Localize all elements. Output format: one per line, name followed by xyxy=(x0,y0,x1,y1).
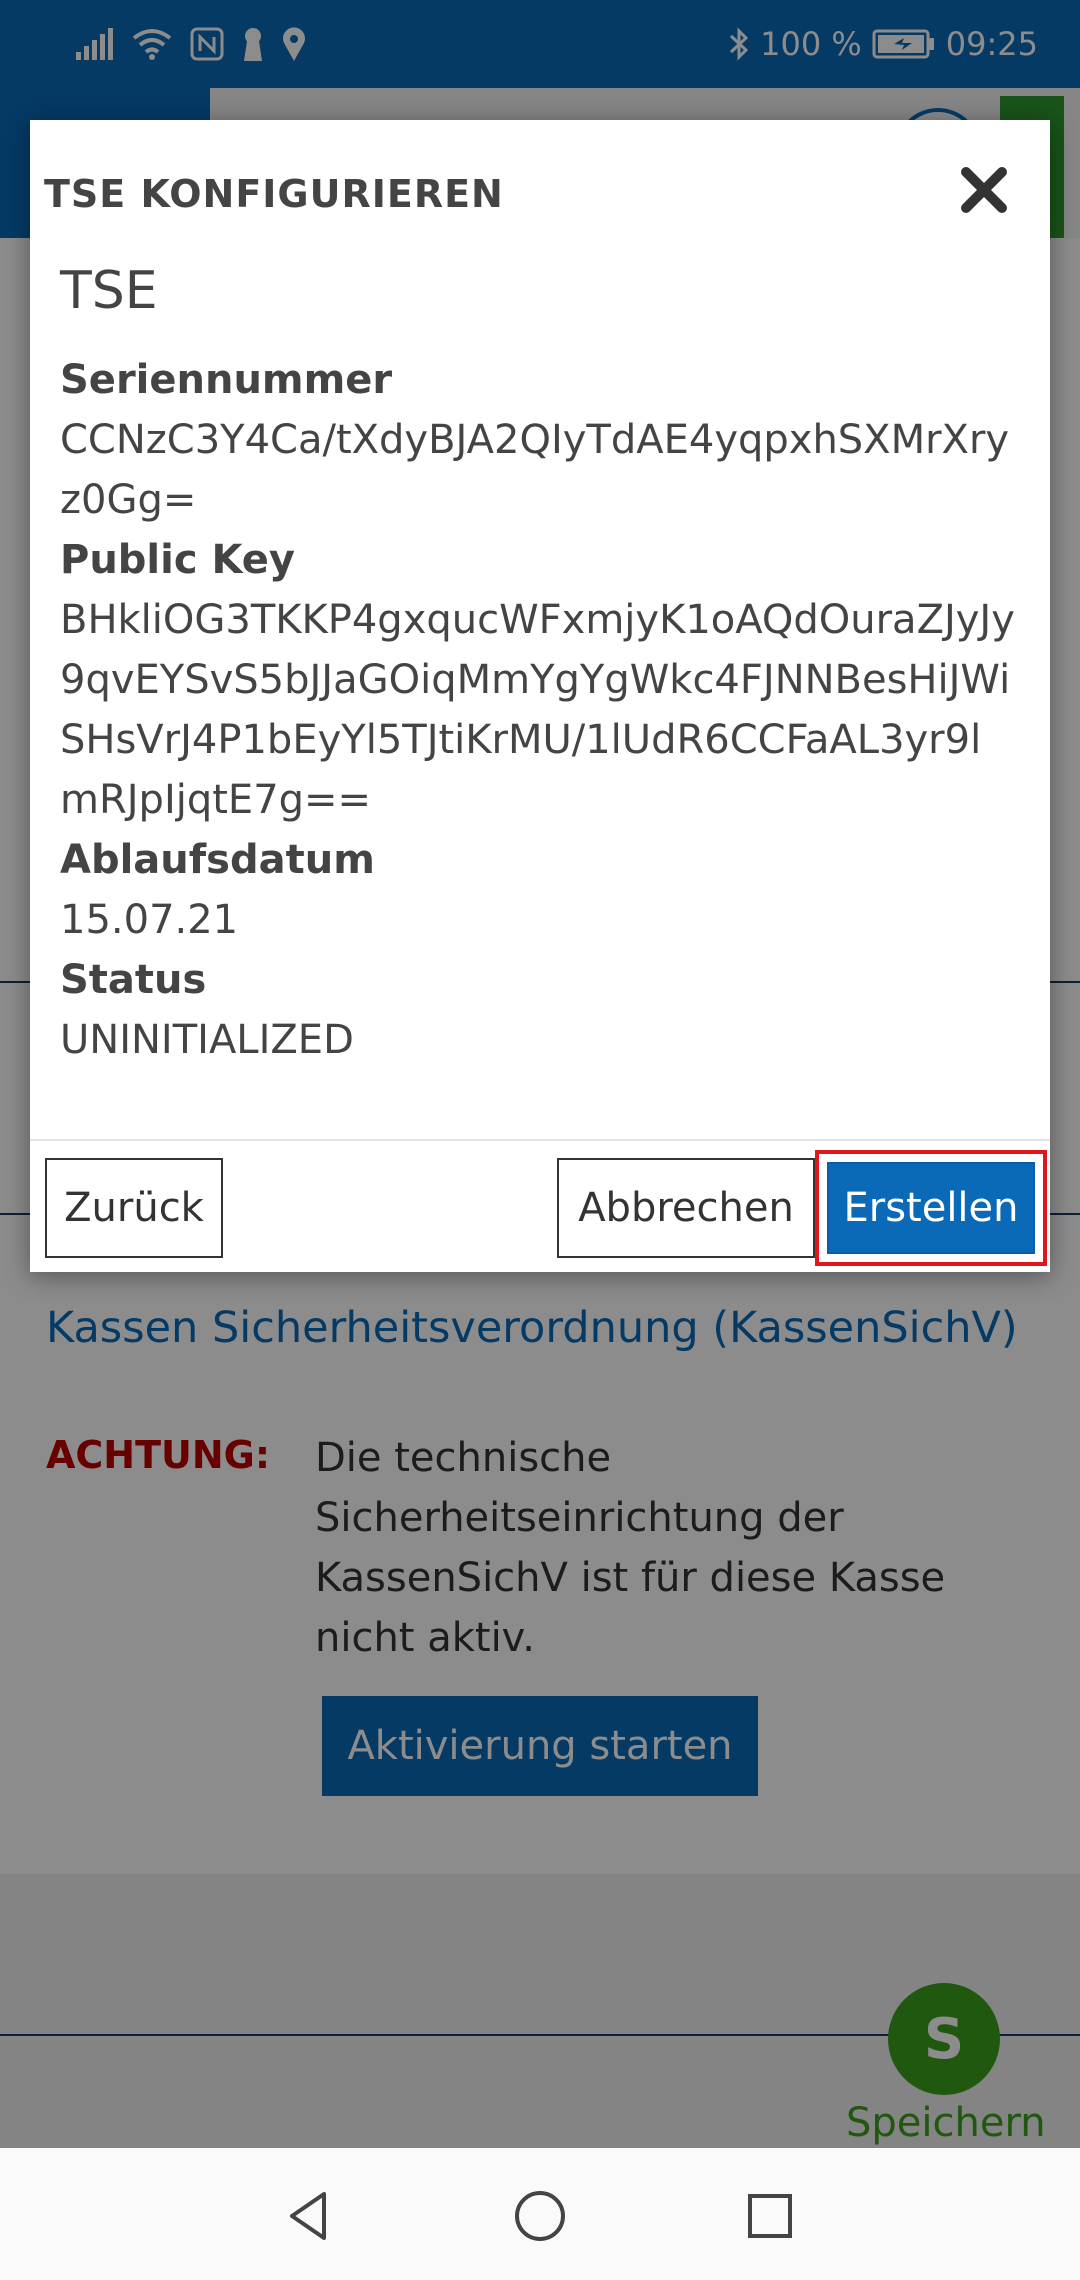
home-nav-icon[interactable] xyxy=(510,2186,570,2246)
back-nav-icon[interactable] xyxy=(280,2186,340,2246)
public-key-label: Public Key xyxy=(60,537,295,583)
dialog-body: TSE Seriennummer CCNzC3Y4Ca/tXdyBJA2QIyT… xyxy=(60,260,1020,1070)
expiry-value: 15.07.21 xyxy=(60,897,239,943)
expiry-label: Ablaufsdatum xyxy=(60,837,375,883)
public-key-value: BHkliOG3TKKP4gxqucWFxmjyK1oAQdOuraZJyJy9… xyxy=(60,597,1015,823)
navigation-bar xyxy=(0,2148,1080,2280)
dialog-title: TSE KONFIGURIEREN xyxy=(44,172,504,216)
status-label: Status xyxy=(60,957,207,1003)
status-value: UNINITIALIZED xyxy=(60,1017,354,1063)
serial-value: CCNzC3Y4Ca/tXdyBJA2QIyTdAE4yqpxhSXMrXryz… xyxy=(60,417,1010,523)
create-button[interactable]: Erstellen xyxy=(827,1162,1035,1254)
back-button[interactable]: Zurück xyxy=(45,1158,223,1258)
close-icon[interactable] xyxy=(954,160,1014,220)
tse-name: TSE xyxy=(60,261,158,321)
tse-config-dialog: TSE KONFIGURIEREN TSE Seriennummer CCNzC… xyxy=(30,120,1050,1272)
dialog-divider xyxy=(30,1139,1050,1141)
create-button-highlight: Erstellen xyxy=(815,1150,1047,1266)
cancel-button[interactable]: Abbrechen xyxy=(557,1158,815,1258)
serial-label: Seriennummer xyxy=(60,357,393,403)
recents-nav-icon[interactable] xyxy=(740,2186,800,2246)
